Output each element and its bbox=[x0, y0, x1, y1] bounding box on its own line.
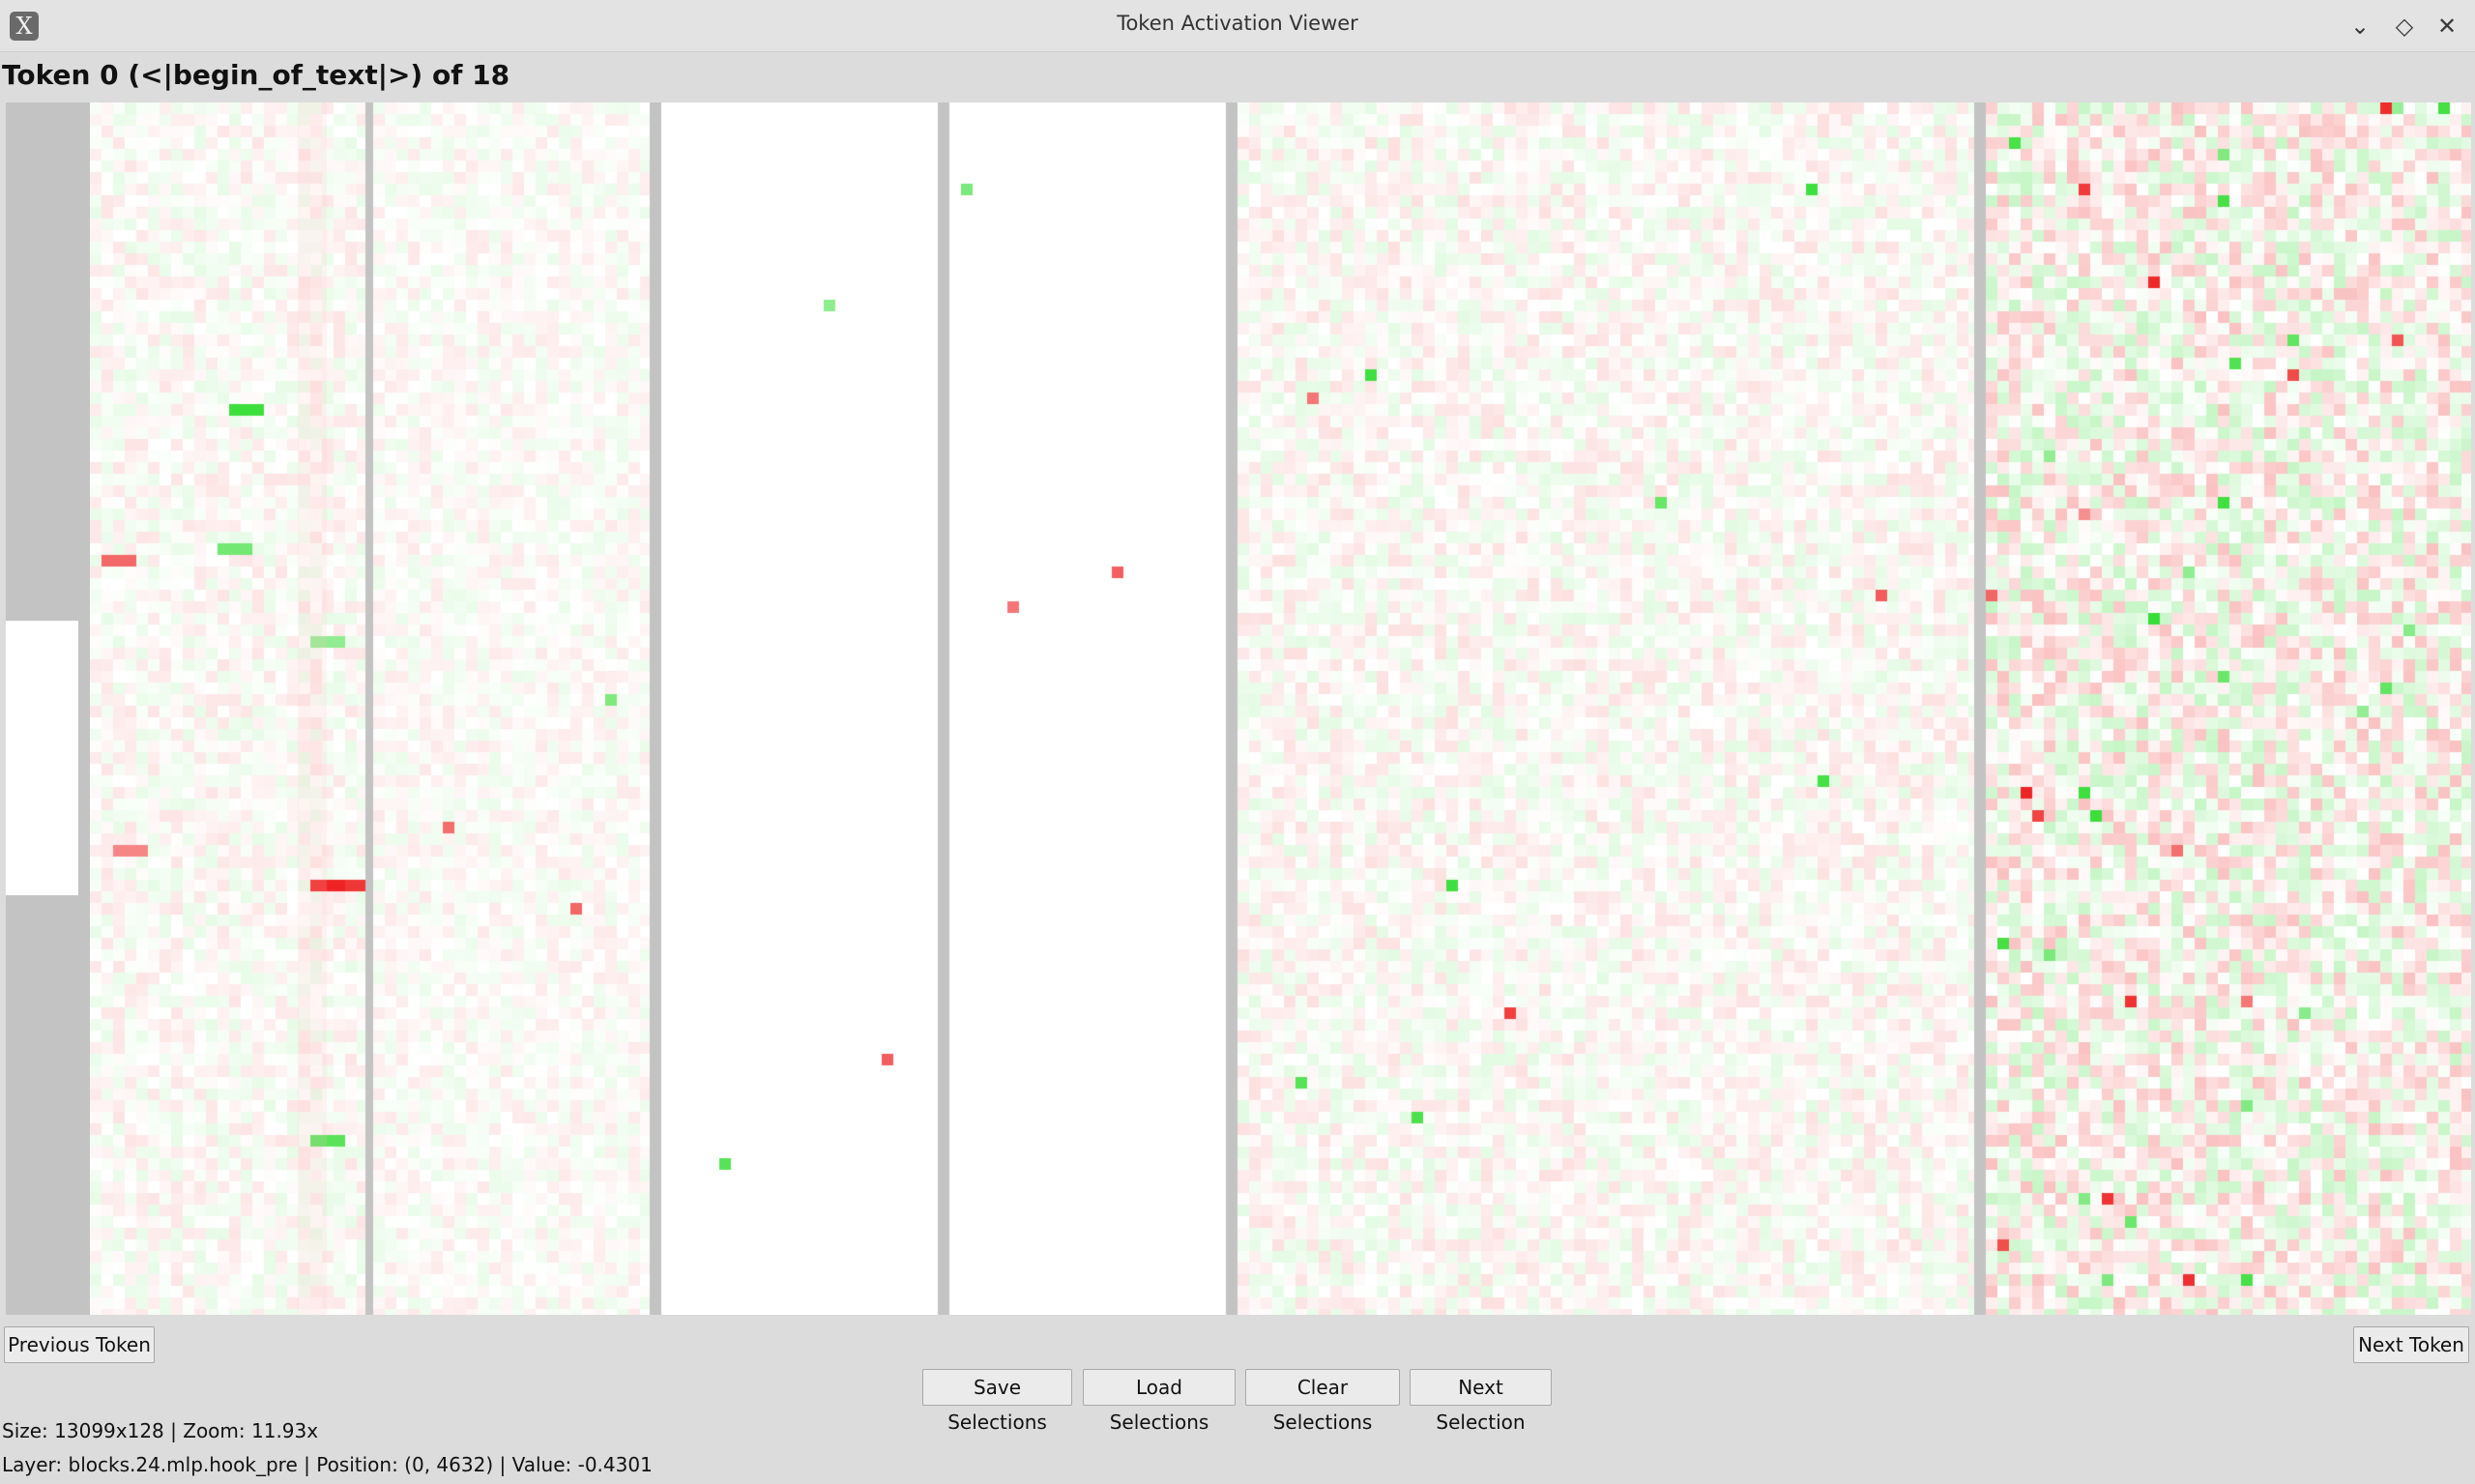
close-icon[interactable]: ✕ bbox=[2431, 10, 2463, 43]
save-selections-button[interactable]: Save Selections bbox=[922, 1369, 1072, 1434]
activation-viewer[interactable] bbox=[6, 102, 2471, 1315]
clear-selections-button[interactable]: Clear Selections bbox=[1245, 1369, 1400, 1434]
vertical-scrollbar[interactable] bbox=[6, 102, 88, 1315]
load-selections-button[interactable]: Load Selections bbox=[1083, 1369, 1236, 1434]
next-token-button[interactable]: Next Token bbox=[2353, 1326, 2469, 1363]
maximize-icon[interactable]: ◇ bbox=[2388, 10, 2421, 43]
window-title: Token Activation Viewer bbox=[1117, 12, 1358, 35]
activation-heatmap[interactable] bbox=[90, 102, 2471, 1315]
size-zoom-status: Size: 13099x128 | Zoom: 11.93x bbox=[2, 1419, 319, 1442]
previous-token-button[interactable]: Previous Token bbox=[4, 1326, 155, 1363]
scrollbar-thumb[interactable] bbox=[6, 621, 78, 895]
minimize-icon[interactable]: ⌄ bbox=[2344, 10, 2376, 43]
next-selection-button[interactable]: Next Selection bbox=[1410, 1369, 1552, 1434]
layer-info-status: Layer: blocks.24.mlp.hook_pre | Position… bbox=[2, 1453, 653, 1476]
token-heading: Token 0 (<|begin_of_text|>) of 18 bbox=[2, 59, 510, 91]
title-bar: X Token Activation Viewer ⌄ ◇ ✕ bbox=[0, 0, 2475, 52]
